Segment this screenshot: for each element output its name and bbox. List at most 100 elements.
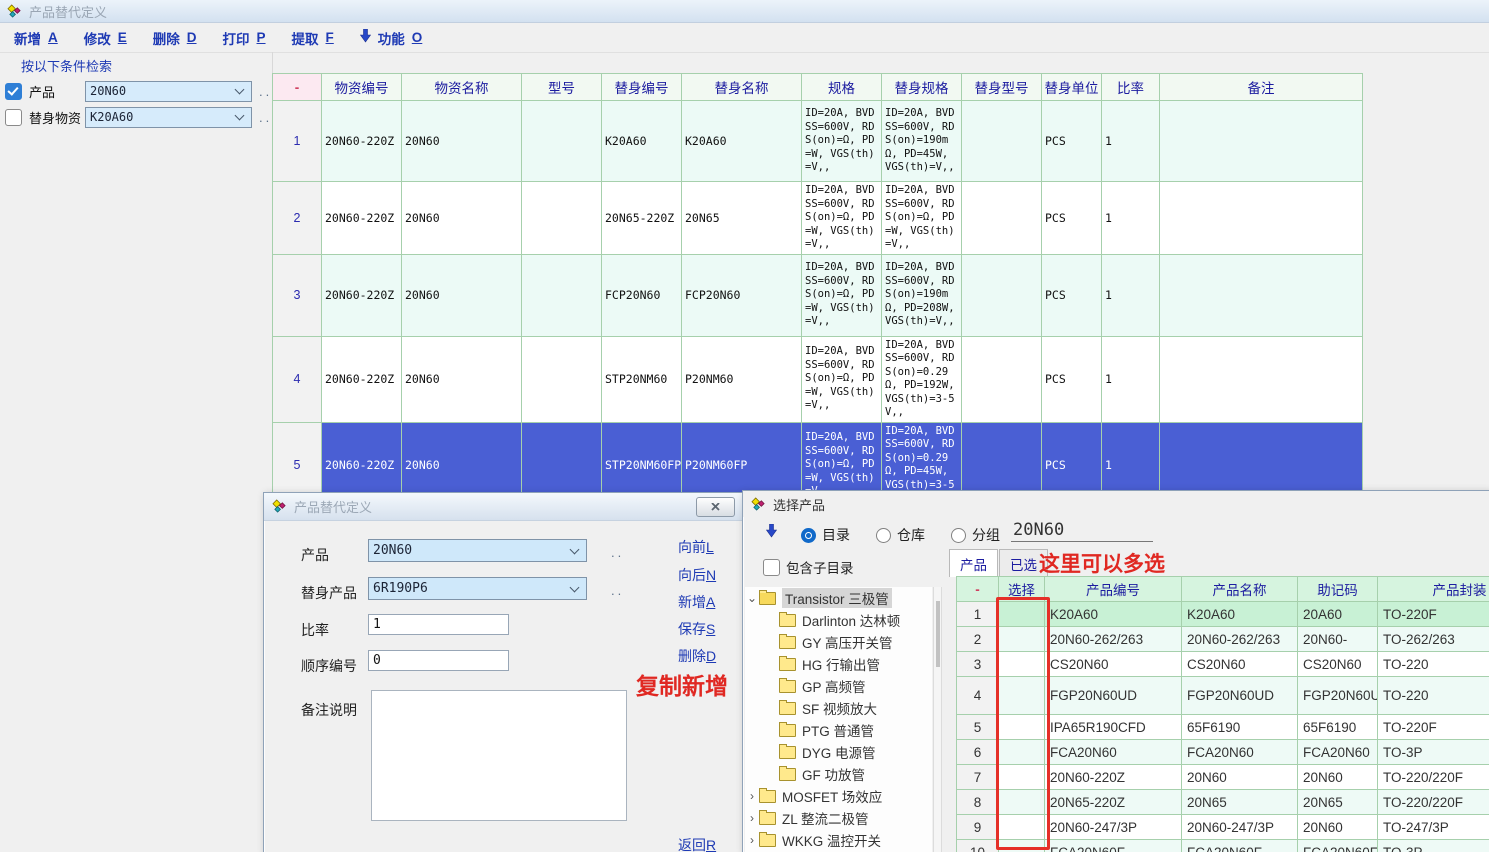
cell[interactable]: 20N60-220Z (322, 254, 402, 336)
product-name-cell[interactable]: K20A60 (1182, 602, 1298, 627)
package-cell[interactable]: TO-220F (1378, 602, 1489, 627)
ratio-input[interactable]: 1 (368, 614, 509, 635)
cell[interactable]: 20N60 (402, 336, 522, 422)
tree-node[interactable]: ›ZL 整流二极管 (745, 807, 932, 829)
tree-node[interactable]: ⌄Transistor 三极管 (745, 587, 932, 609)
cell[interactable]: 20N60-220Z (322, 336, 402, 422)
cell[interactable]: 20N65-220Z (602, 182, 682, 255)
table-row[interactable]: 220N60-262/26320N60-262/26320N60-TO-262/… (957, 627, 1489, 652)
product-code-cell[interactable]: FCA20N60F (1045, 840, 1182, 852)
cell[interactable]: FCP20N60 (682, 254, 802, 336)
tree-node[interactable]: ›MOSFET 场效应 (745, 785, 932, 807)
menu-item-E[interactable]: 修改E (84, 28, 127, 48)
tree-node[interactable]: GY 高压开关管 (745, 631, 932, 653)
tree-node[interactable]: PTG 普通管 (745, 719, 932, 741)
cell[interactable]: PCS (1042, 182, 1102, 255)
dialog-button-D[interactable]: 删除D (678, 646, 716, 666)
select-cell[interactable] (999, 840, 1045, 852)
package-cell[interactable]: TO-220 (1378, 677, 1489, 715)
menu-item-P[interactable]: 打印P (223, 28, 266, 48)
scrollbar-thumb[interactable] (936, 601, 940, 667)
table-row[interactable]: 920N60-247/3P20N60-247/3P20N60TO-247/3P (957, 815, 1489, 840)
tree-node[interactable]: ›WKKG 温控开关 (745, 829, 932, 851)
tab-0[interactable]: 产品 (949, 549, 998, 577)
cell[interactable] (962, 336, 1042, 422)
select-cell[interactable] (999, 677, 1045, 715)
product-combobox[interactable]: 20N60 (368, 539, 587, 562)
package-cell[interactable]: TO-247/3P (1378, 815, 1489, 840)
filter-browse-button-0[interactable]: .. (259, 84, 272, 99)
mnemonic-cell[interactable]: 20A60 (1298, 602, 1378, 627)
table-row[interactable]: 420N60-220Z20N60STP20NM60P20NM60ID=20A, … (273, 336, 1363, 422)
mnemonic-cell[interactable]: FGP20N60UD (1298, 677, 1378, 715)
mnemonic-cell[interactable]: CS20N60 (1298, 652, 1378, 677)
product-name-cell[interactable]: FCA20N60F (1182, 840, 1298, 852)
tree-node[interactable]: HG 行输出管 (745, 653, 932, 675)
cell[interactable]: 20N60-220Z (322, 182, 402, 255)
radio-option-2[interactable]: 分组 (951, 525, 1000, 545)
table-row[interactable]: 320N60-220Z20N60FCP20N60FCP20N60ID=20A, … (273, 254, 1363, 336)
package-cell[interactable]: TO-3P (1378, 740, 1489, 765)
cell[interactable] (962, 182, 1042, 255)
select-cell[interactable] (999, 815, 1045, 840)
dialog-button-A[interactable]: 新增A (678, 592, 715, 612)
table-row[interactable]: 120N60-220Z20N60K20A60K20A60ID=20A, BVDS… (273, 101, 1363, 182)
tree-scrollbar[interactable] (933, 587, 942, 852)
menu-item-O[interactable]: 功能O (360, 28, 423, 48)
cell[interactable]: 20N60 (402, 182, 522, 255)
include-subdir-checkbox[interactable] (763, 559, 780, 576)
product-name-cell[interactable]: FCA20N60 (1182, 740, 1298, 765)
cell[interactable]: K20A60 (602, 101, 682, 182)
cell[interactable]: K20A60 (682, 101, 802, 182)
radio-option-1[interactable]: 仓库 (876, 525, 925, 545)
select-cell[interactable] (999, 765, 1045, 790)
tree-expanded-icon[interactable]: ⌄ (745, 591, 759, 605)
product-code-cell[interactable]: 20N60-220Z (1045, 765, 1182, 790)
table-row[interactable]: 3CS20N60CS20N60CS20N60TO-220 (957, 652, 1489, 677)
cell[interactable]: 1 (1102, 336, 1160, 422)
cell[interactable] (1160, 254, 1363, 336)
product-name-cell[interactable]: 20N65 (1182, 790, 1298, 815)
menu-item-D[interactable]: 删除D (153, 28, 197, 48)
cell[interactable] (962, 101, 1042, 182)
select-cell[interactable] (999, 790, 1045, 815)
tree-collapsed-icon[interactable]: › (745, 811, 759, 825)
search-input[interactable] (1011, 519, 1153, 542)
select-cell[interactable] (999, 740, 1045, 765)
substitute-combobox[interactable]: 6R190P6 (368, 577, 587, 600)
package-cell[interactable]: TO-220 (1378, 652, 1489, 677)
cell[interactable] (522, 254, 602, 336)
tree-node[interactable]: GP 高频管 (745, 675, 932, 697)
tree-collapsed-icon[interactable]: › (745, 789, 759, 803)
cell[interactable]: PCS (1042, 101, 1102, 182)
product-code-cell[interactable]: 20N60-262/263 (1045, 627, 1182, 652)
cell[interactable] (1160, 182, 1363, 255)
tree-node[interactable]: DYG 电源管 (745, 741, 932, 763)
cell[interactable]: 20N65 (682, 182, 802, 255)
menu-item-F[interactable]: 提取F (292, 28, 334, 48)
product-name-cell[interactable]: 20N60 (1182, 765, 1298, 790)
product-name-cell[interactable]: CS20N60 (1182, 652, 1298, 677)
cell[interactable]: 1 (1102, 101, 1160, 182)
filter-combobox-0[interactable]: 20N60 (85, 81, 252, 102)
select-cell[interactable] (999, 652, 1045, 677)
product-name-cell[interactable]: 65F6190 (1182, 715, 1298, 740)
mnemonic-cell[interactable]: FCA20N60F (1298, 840, 1378, 852)
cell[interactable]: PCS (1042, 336, 1102, 422)
product-code-cell[interactable]: 20N60-247/3P (1045, 815, 1182, 840)
tree-node[interactable]: Darlinton 达林顿 (745, 609, 932, 631)
menu-item-A[interactable]: 新增A (14, 28, 58, 48)
cell[interactable] (522, 101, 602, 182)
package-cell[interactable]: TO-220/220F (1378, 765, 1489, 790)
package-cell[interactable]: TO-262/263 (1378, 627, 1489, 652)
package-cell[interactable]: TO-220F (1378, 715, 1489, 740)
cell[interactable]: ID=20A, BVDSS=600V, RDS(on)=190mΩ, PD=45… (882, 101, 962, 182)
cell[interactable]: ID=20A, BVDSS=600V, RDS(on)=190mΩ, PD=20… (882, 254, 962, 336)
cell[interactable]: ID=20A, BVDSS=600V, RDS(on)=Ω, PD=W, VGS… (882, 182, 962, 255)
cell[interactable]: ID=20A, BVDSS=600V, RDS(on)=0.29Ω, PD=19… (882, 336, 962, 422)
substitute-browse-button[interactable]: .. (611, 583, 624, 598)
table-row[interactable]: 5IPA65R190CFD65F619065F6190TO-220F (957, 715, 1489, 740)
product-name-cell[interactable]: 20N60-262/263 (1182, 627, 1298, 652)
back-button[interactable]: 返回R (678, 835, 716, 852)
table-row[interactable]: 820N65-220Z20N6520N65TO-220/220F (957, 790, 1489, 815)
